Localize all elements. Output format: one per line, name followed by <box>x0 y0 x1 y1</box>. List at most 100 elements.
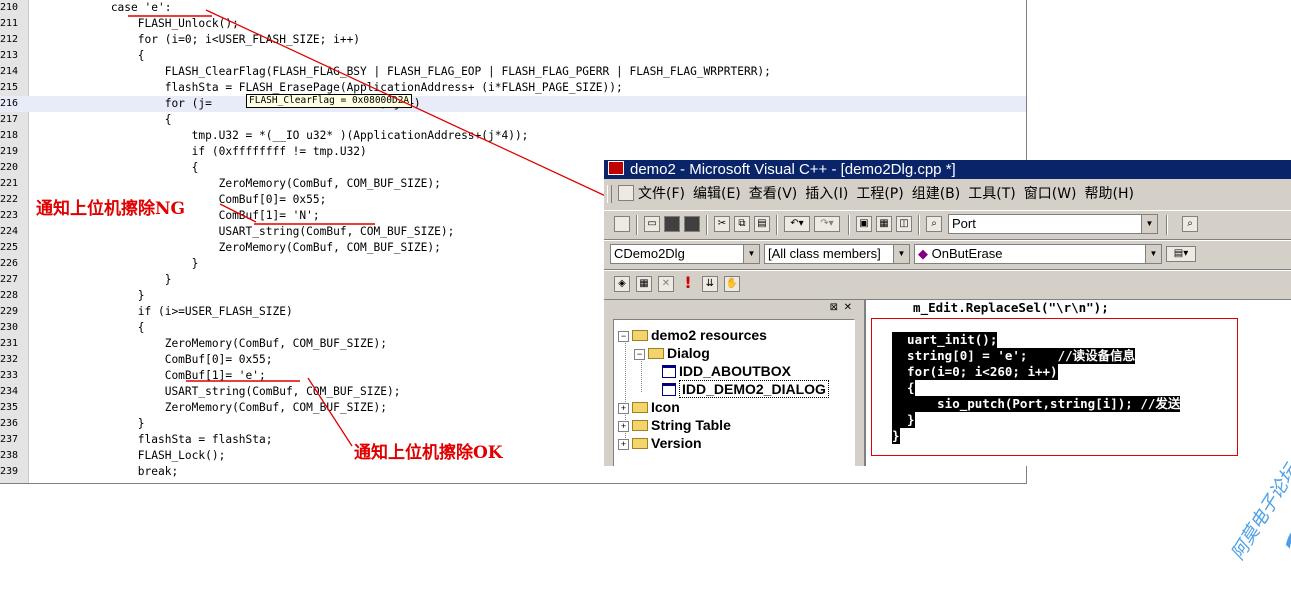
code-text: FLASH_Lock(); <box>30 449 226 462</box>
line-number: 224 <box>0 226 19 237</box>
compile-icon[interactable]: ◈ <box>614 276 630 292</box>
vc-menu-bar: 文件(F) 编辑(E) 查看(V) 插入(I) 工程(P) 组建(B) 工具(T) 窗口(W)… <box>604 181 1291 207</box>
line-number: 217 <box>0 114 19 125</box>
line-number: 228 <box>0 290 19 301</box>
vc-title-text: demo2 - Microsoft Visual C++ - [demo2Dlg… <box>630 161 956 178</box>
cut-icon[interactable]: ✂ <box>714 216 730 232</box>
code-text: for (i=0; i<USER_FLASH_SIZE; i++) <box>30 33 361 46</box>
code-text: if (i>=USER_FLASH_SIZE) <box>30 305 293 318</box>
chevron-down-icon[interactable]: ▼ <box>743 245 759 263</box>
member-combo[interactable]: ◆ OnButErase ▼ <box>914 244 1162 264</box>
line-number: 232 <box>0 354 19 365</box>
code-text: { <box>30 321 145 334</box>
workspace-panel: ⊠ ✕ − demo2 resources − Dialog IDD_ABOUTBO… <box>608 302 856 466</box>
toolbar-grip <box>607 185 612 203</box>
line-number: 239 <box>0 466 19 477</box>
menu-window[interactable]: 窗口(W) <box>1024 186 1077 202</box>
stop-build-icon[interactable]: ✕ <box>658 276 674 292</box>
code-line: 217 { <box>0 112 1026 128</box>
menu-help[interactable]: 帮助(H) <box>1085 186 1134 202</box>
toolbar-separator <box>706 215 708 235</box>
new-file-icon[interactable] <box>614 216 630 232</box>
undo-icon[interactable]: ↶▾ <box>784 216 810 232</box>
code-text: ComBuf[1]= 'e'; <box>30 369 266 382</box>
code-text: } <box>30 417 145 430</box>
class-combo[interactable]: CDemo2Dlg ▼ <box>610 244 760 264</box>
line-number: 234 <box>0 386 19 397</box>
dialog-resource-icon <box>662 383 676 396</box>
line-number: 219 <box>0 146 19 157</box>
output-window-icon[interactable]: ▦ <box>876 216 892 232</box>
symbol-tooltip: FLASH_ClearFlag = 0x08000D2A <box>246 94 413 108</box>
line-number: 218 <box>0 130 19 141</box>
menu-file[interactable]: 文件(F) <box>638 186 685 202</box>
collapse-icon: − <box>634 349 645 360</box>
execute-icon[interactable]: ! <box>680 275 696 292</box>
code-text: } <box>30 257 199 270</box>
filter-combo[interactable]: [All class members] ▼ <box>764 244 910 264</box>
line-number: 225 <box>0 242 19 253</box>
document-icon <box>618 185 634 201</box>
go-icon[interactable]: ⇊ <box>702 276 718 292</box>
window-list-icon[interactable]: ◫ <box>896 216 912 232</box>
find-in-files-icon[interactable]: ⌕ <box>926 216 942 232</box>
tree-dialog[interactable]: − Dialog <box>634 344 710 362</box>
workspace-close-icon[interactable]: ✕ <box>844 302 852 313</box>
menu-view[interactable]: 查看(V) <box>749 186 798 202</box>
save-all-icon[interactable] <box>684 216 700 232</box>
line-number: 210 <box>0 2 19 13</box>
copy-icon[interactable]: ⧉ <box>734 216 750 232</box>
tree-stringtable[interactable]: + String Table <box>618 416 731 434</box>
toolbar-separator <box>918 215 920 235</box>
menu-build[interactable]: 组建(B) <box>912 186 961 202</box>
line-number: 238 <box>0 450 19 461</box>
breakpoint-icon[interactable]: ✋ <box>724 276 740 292</box>
code-line: 215 flashSta = FLASH_ErasePage(Applicati… <box>0 80 1026 96</box>
code-text: case 'e': <box>30 1 172 14</box>
expand-icon: + <box>618 421 629 432</box>
watermark-logo: amoBBS <box>1259 328 1291 579</box>
save-icon[interactable] <box>664 216 680 232</box>
tree-icon[interactable]: + Icon <box>618 398 680 416</box>
paste-icon[interactable]: ▤ <box>754 216 770 232</box>
annotation-ng: 通知上位机擦除NG <box>36 199 186 219</box>
menu-insert[interactable]: 插入(I) <box>805 186 848 202</box>
chevron-down-icon[interactable]: ▼ <box>1141 215 1157 233</box>
line-number: 235 <box>0 402 19 413</box>
build-icon[interactable]: ▦ <box>636 276 652 292</box>
folder-icon <box>632 438 648 449</box>
find-combo[interactable]: Port ▼ <box>948 214 1158 234</box>
redo-icon[interactable]: ↷▾ <box>814 216 840 232</box>
line-number: 226 <box>0 258 19 269</box>
code-text: ZeroMemory(ComBuf, COM_BUF_SIZE); <box>30 337 387 350</box>
line-number: 230 <box>0 322 19 333</box>
code-text: USART_string(ComBuf, COM_BUF_SIZE); <box>30 385 401 398</box>
vc-app-icon <box>608 161 624 175</box>
code-line: 239 break; <box>0 464 1026 480</box>
chevron-down-icon[interactable]: ▼ <box>1145 245 1161 263</box>
tree-root[interactable]: − demo2 resources <box>618 326 767 344</box>
workspace-icon[interactable]: ▣ <box>856 216 872 232</box>
line-number: 222 <box>0 194 19 205</box>
chevron-down-icon[interactable]: ▼ <box>893 245 909 263</box>
vc-title-bar: demo2 - Microsoft Visual C++ - [demo2Dlg… <box>604 160 1291 179</box>
menu-edit[interactable]: 编辑(E) <box>693 186 741 202</box>
line-number: 211 <box>0 18 19 29</box>
menu-tools[interactable]: 工具(T) <box>968 186 1015 202</box>
menu-project[interactable]: 工程(P) <box>856 186 903 202</box>
tree-version[interactable]: + Version <box>618 434 702 452</box>
workspace-restore-icon[interactable]: ⊠ <box>830 302 838 313</box>
code-text: } <box>30 273 172 286</box>
code-line: 210 case 'e': <box>0 0 1026 16</box>
code-text: flashSta = flashSta; <box>30 433 273 446</box>
code-line: 211 FLASH_Unlock(); <box>0 16 1026 32</box>
tree-aboutbox[interactable]: IDD_ABOUTBOX <box>662 362 791 380</box>
line-number: 214 <box>0 66 19 77</box>
folder-icon <box>632 420 648 431</box>
line-number: 212 <box>0 34 19 45</box>
tree-demo2-dialog[interactable]: IDD_DEMO2_DIALOG <box>662 380 829 398</box>
expand-icon: + <box>618 439 629 450</box>
line-number: 233 <box>0 370 19 381</box>
open-folder-icon[interactable]: ▭ <box>644 216 660 232</box>
resource-tree[interactable]: − demo2 resources − Dialog IDD_ABOUTBOX ID… <box>613 319 855 466</box>
